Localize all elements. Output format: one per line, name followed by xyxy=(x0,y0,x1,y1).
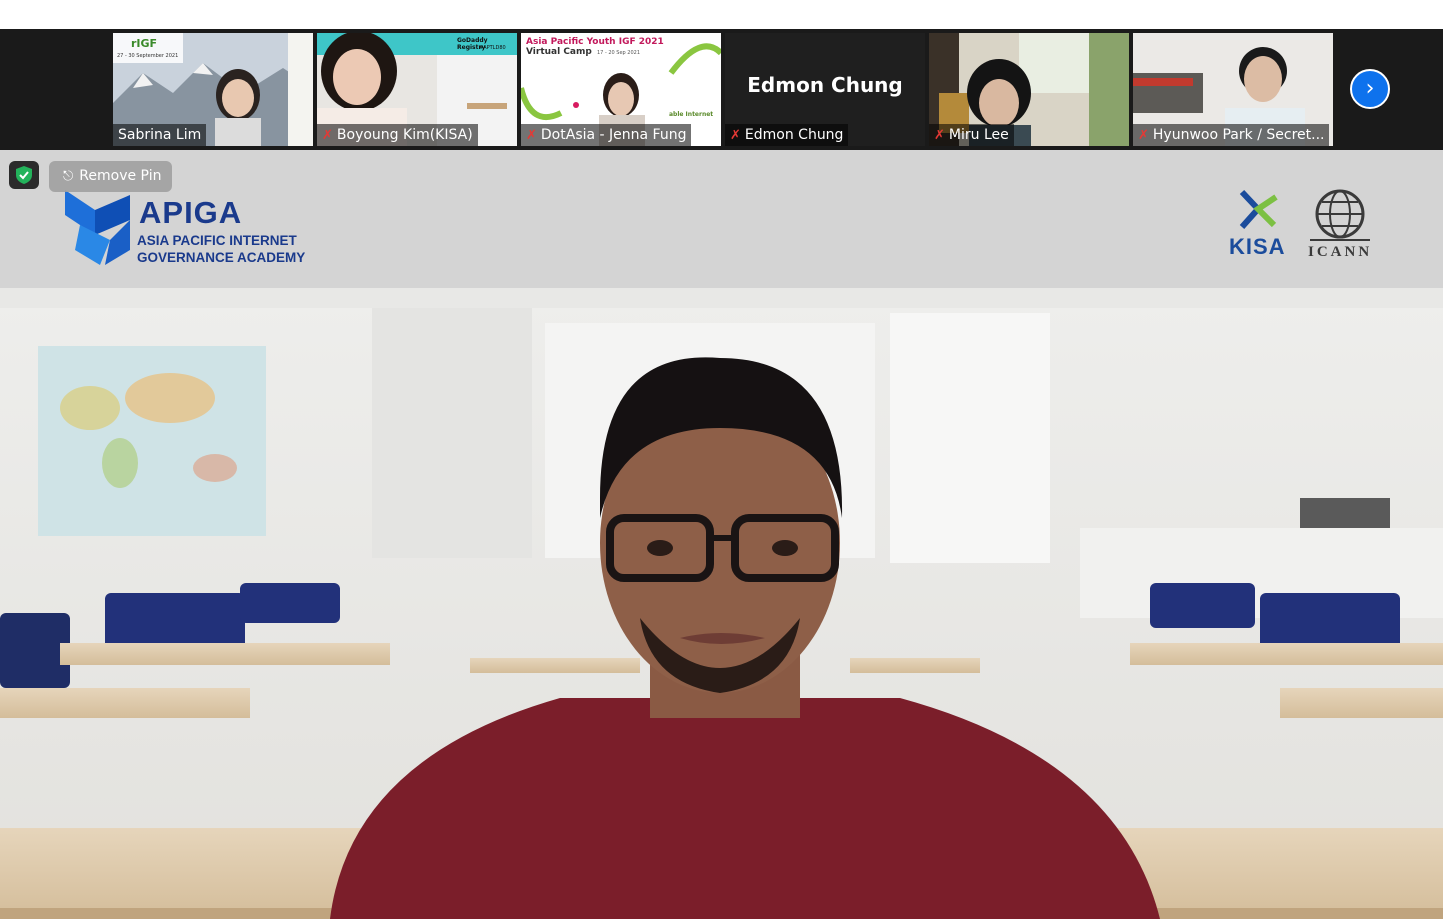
mic-muted-icon: ✗ xyxy=(1138,128,1149,143)
participant-name: ✗ Edmon Chung xyxy=(725,124,849,146)
mic-muted-icon: ✗ xyxy=(934,128,945,143)
participant-name: ✗ Miru Lee xyxy=(929,124,1014,146)
speaker-video-feed xyxy=(0,288,1443,919)
participant-tile[interactable]: GoDaddy Registry #APTLD80 ✗ Boyoung Kim(K… xyxy=(317,33,517,146)
mic-muted-icon: ✗ xyxy=(730,128,741,143)
event-subtitle-text: Virtual Camp xyxy=(526,47,592,57)
event-logo-text: rIGF xyxy=(131,37,158,50)
participant-name: Sabrina Lim xyxy=(113,124,207,146)
chevron-right-icon: › xyxy=(1365,76,1375,101)
apiga-logo-icon xyxy=(65,190,130,265)
mic-muted-icon: ✗ xyxy=(322,128,333,143)
participant-tile[interactable]: Asia Pacific Youth IGF 2021 Virtual Camp… xyxy=(521,33,721,146)
apiga-subtitle-line2: GOVERNANCE ACADEMY xyxy=(137,250,306,265)
remove-pin-label: Remove Pin xyxy=(79,168,162,184)
security-shield-button[interactable] xyxy=(9,161,39,189)
apiga-subtitle-line1: ASIA PACIFIC INTERNET xyxy=(137,233,297,248)
remove-pin-button[interactable]: ⎋ Remove Pin xyxy=(49,161,173,192)
event-dates-text: 27 - 30 September 2021 xyxy=(117,53,179,59)
event-dates-text: 17 - 20 Sep 2021 xyxy=(597,50,641,56)
window-top-bar xyxy=(0,0,1443,29)
participant-name: ✗ Hyunwoo Park / Secret... xyxy=(1133,124,1330,146)
participant-tile[interactable]: Edmon Chung ✗ Edmon Chung xyxy=(725,33,925,146)
participant-tile[interactable]: ✗ Hyunwoo Park / Secret... xyxy=(1133,33,1333,146)
icann-label: ICANN xyxy=(1308,244,1373,260)
mic-muted-icon: ✗ xyxy=(526,128,537,143)
participant-name: ✗ DotAsia - Jenna Fung xyxy=(521,124,692,146)
apiga-subtitle: ASIA PACIFIC INTERNET GOVERNANCE ACADEMY xyxy=(137,232,305,266)
kisa-label: KISA xyxy=(1229,234,1286,259)
participant-tile[interactable]: ✗ Miru Lee xyxy=(929,33,1129,146)
main-speaker-video[interactable] xyxy=(0,288,1443,919)
shield-check-icon xyxy=(16,166,32,184)
participant-strip: rIGF 27 - 30 September 2021 Sabrina Lim … xyxy=(0,29,1443,150)
event-title-text: Asia Pacific Youth IGF 2021 xyxy=(526,37,664,47)
hashtag-text: #APTLD80 xyxy=(479,45,506,51)
participant-tile[interactable]: rIGF 27 - 30 September 2021 Sabrina Lim xyxy=(113,33,313,146)
participant-avatar-name: Edmon Chung xyxy=(747,73,903,97)
pin-icon: ⎋ xyxy=(63,169,74,184)
next-page-button[interactable]: › xyxy=(1350,69,1390,109)
kisa-logo-icon xyxy=(1239,189,1278,229)
participant-name: ✗ Boyoung Kim(KISA) xyxy=(317,124,478,146)
apiga-title: APIGA xyxy=(139,195,243,230)
event-side-text: able Internet xyxy=(669,111,714,118)
icann-globe-icon xyxy=(1310,189,1370,241)
